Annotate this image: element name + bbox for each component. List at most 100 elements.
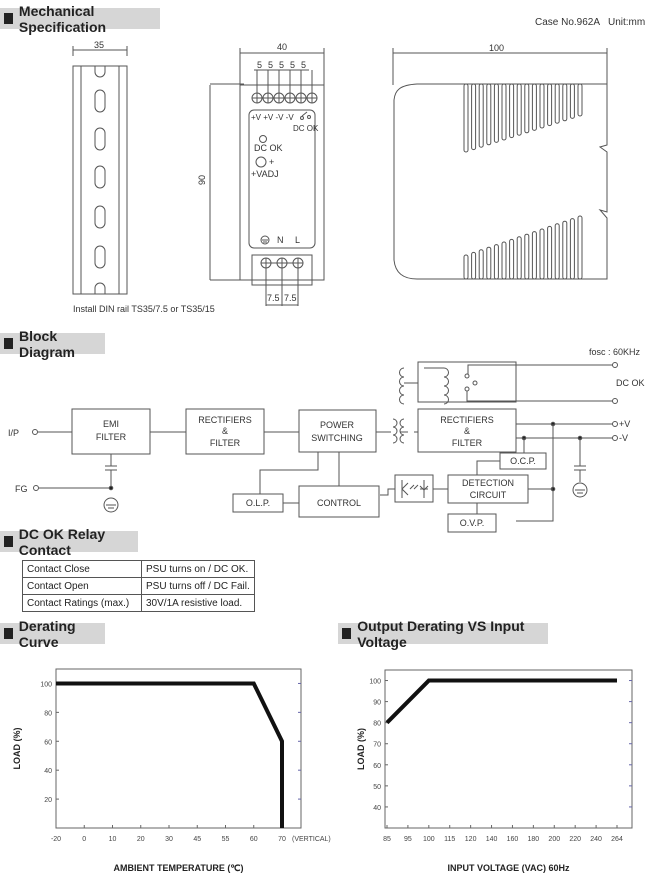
din-rail-drawing: 35 Install DIN rail TS35/7.5 or TS35/15: [72, 40, 215, 314]
ovp-block: [447, 513, 497, 533]
section-header-relay: DC OK Relay Contact: [0, 526, 138, 558]
block-label: SWITCHING: [311, 433, 363, 443]
optocoupler-block: [394, 474, 434, 503]
x-tick-label: 120: [465, 836, 477, 843]
depth-dim: 100: [489, 43, 504, 53]
y-axis-label: LOAD (%): [356, 728, 366, 770]
x-tick-label: 20: [137, 836, 145, 843]
square-bullet-icon: [4, 13, 13, 24]
rectifier-block: [185, 408, 265, 455]
technical-drawing: Case No.962A Unit:mm 35 Install DIN rail…: [8, 17, 645, 873]
y-tick-label: 100: [369, 679, 381, 686]
section-header-output-derating: Output Derating VS Input Voltage: [338, 618, 548, 650]
pitch-dim: 5: [257, 60, 262, 70]
y-tick-label: 60: [44, 739, 52, 746]
section-title: Mechanical Specification: [18, 2, 107, 35]
y-tick-label: 20: [44, 797, 52, 804]
block-diagram: fosc : 60KHz I/P EMI FILTER RECTIFIERS &…: [8, 347, 645, 533]
x-tick-label: 0: [82, 836, 86, 843]
olp-block: [232, 493, 284, 513]
vadj-label: +VADJ: [251, 169, 279, 179]
input-label-n: N: [277, 235, 284, 245]
input-pitch-dim: 7.5: [267, 293, 280, 303]
x-tick-label: 115: [444, 836, 455, 843]
block-label: EMI: [103, 419, 119, 429]
x-axis-label: INPUT VOLTAGE (VAC) 60Hz: [447, 863, 570, 873]
pitch-dim: 5: [301, 60, 306, 70]
x-tick-label: 220: [569, 836, 581, 843]
square-bullet-icon: [4, 536, 13, 547]
block-label: &: [464, 426, 470, 436]
block-label: O.V.P.: [460, 518, 485, 528]
y-tick-label: 40: [44, 768, 52, 775]
block-label: DETECTION: [462, 478, 514, 488]
relay-result-cell: PSU turns off / DC Fail.: [141, 577, 255, 595]
din-width-dim: 35: [94, 40, 104, 50]
fg-label: FG: [15, 484, 28, 494]
block-label: CONTROL: [317, 498, 361, 508]
x-tick-label: 264: [611, 836, 623, 843]
dcok-relay-block: [417, 361, 517, 403]
block-label: CIRCUIT: [470, 490, 507, 500]
pitch-dim: 5: [268, 60, 273, 70]
x-tick-label: 100: [423, 836, 435, 843]
control-block: [298, 485, 380, 518]
x-tick-label: 10: [109, 836, 117, 843]
ground-symbol-icon: [260, 235, 270, 245]
table-row: Contact Close PSU turns on / DC OK.: [22, 560, 255, 578]
output-derating-chart: 40 50 60 70 80 90 100 85 95 100 115 120 140 160 180 200…: [356, 669, 633, 873]
vplus-label: +V: [619, 419, 630, 429]
x-tick-label: 160: [507, 836, 519, 843]
section-title: DC OK Relay Contact: [18, 525, 106, 558]
square-bullet-icon: [4, 628, 13, 639]
vminus-label: -V: [619, 433, 628, 443]
output-rectifier-block: [417, 408, 517, 453]
dcok-led-label: DC OK: [254, 143, 283, 153]
x-tick-label: 60: [250, 836, 258, 843]
x-tick-label: 45: [193, 836, 201, 843]
power-switching-block: [298, 409, 377, 453]
relay-result-cell: 30V/1A resistive load.: [141, 594, 255, 612]
x-tick-label: 55: [222, 836, 230, 843]
x-tick-label: 240: [590, 836, 602, 843]
relay-condition-cell: Contact Ratings (max.): [22, 594, 142, 612]
section-header-derating: Derating Curve: [0, 618, 105, 650]
input-label-l: L: [295, 235, 300, 245]
output-terminal-labels: +V +V -V -V: [251, 113, 294, 122]
derating-chart: 20 40 60 80 100 -20 0 10 20 30 45 55 60 70 (VERTICAL) A…: [12, 668, 331, 873]
square-bullet-icon: [4, 338, 13, 349]
y-tick-label: 80: [44, 710, 52, 717]
height-dim: 90: [197, 175, 207, 185]
din-rail-note: Install DIN rail TS35/7.5 or TS35/15: [73, 304, 215, 314]
block-label: O.C.P.: [510, 456, 536, 466]
x-tick-label: 85: [383, 836, 391, 843]
dcok-output-label: DC OK: [616, 378, 645, 388]
block-label: FILTER: [452, 438, 483, 448]
ground-symbol-icon: [103, 497, 119, 513]
relay-result-cell: PSU turns on / DC OK.: [141, 560, 255, 578]
front-view-drawing: 40 5 5 5 5 5 90 +V +V -V -V DC OK DC OK …: [197, 42, 325, 306]
pitch-dim: 5: [290, 60, 295, 70]
input-pitch-dim: 7.5: [284, 293, 297, 303]
block-label: FILTER: [210, 438, 241, 448]
x-tick-label: 200: [548, 836, 560, 843]
table-row: Contact Ratings (max.) 30V/1A resistive l…: [22, 594, 255, 612]
pitch-dim: 5: [279, 60, 284, 70]
ocp-block: [499, 452, 547, 470]
y-tick-label: 100: [40, 681, 52, 688]
y-tick-label: 50: [373, 784, 381, 791]
y-tick-label: 70: [373, 742, 381, 749]
x-tick-label: 30: [165, 836, 173, 843]
block-label: &: [222, 426, 228, 436]
relay-contact-table: Contact Close PSU turns on / DC OK. Contac…: [22, 560, 255, 612]
series-line: [385, 678, 617, 725]
y-tick-label: 60: [373, 763, 381, 770]
block-label: RECTIFIERS: [198, 415, 252, 425]
section-title: Output Derating VS Input Voltage: [357, 617, 525, 650]
section-header-mechanical: Mechanical Specification: [0, 3, 160, 35]
side-view-drawing: 100: [392, 43, 608, 280]
detection-circuit-block: [447, 474, 529, 504]
x-axis-label: AMBIENT TEMPERATURE (℃): [114, 863, 244, 873]
section-title: Derating Curve: [18, 617, 76, 650]
front-width-dim: 40: [277, 42, 287, 52]
